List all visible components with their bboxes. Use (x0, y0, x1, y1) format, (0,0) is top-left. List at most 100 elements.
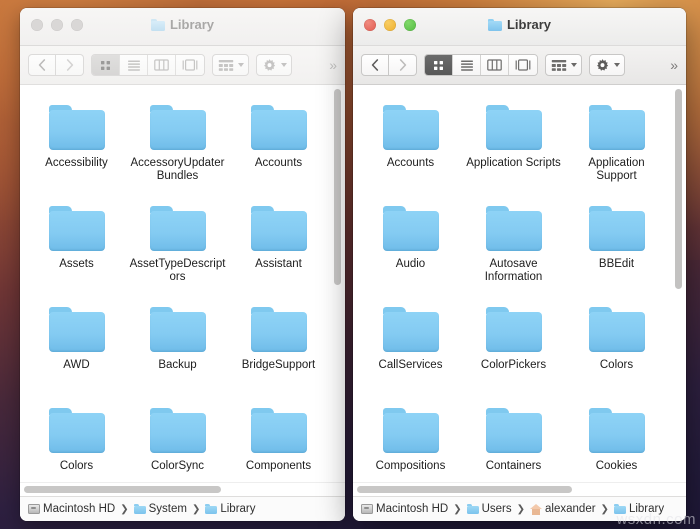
arrange-icon (551, 59, 567, 71)
horizontal-scrollbar-track[interactable] (20, 482, 345, 496)
toolbar[interactable]: » (353, 46, 686, 85)
breadcrumb-label: Users (481, 503, 512, 515)
breadcrumb-item[interactable]: Library (205, 503, 256, 515)
list-view-button[interactable] (453, 55, 481, 75)
file-item[interactable]: Cookies (565, 402, 668, 482)
folder-icon (149, 206, 206, 251)
close-button[interactable] (31, 19, 43, 31)
icon-view-button[interactable] (425, 55, 453, 75)
finder-window-system-library[interactable]: Library » Accessibility AccessoryUpdater… (20, 8, 345, 521)
file-item[interactable]: Components (228, 402, 329, 482)
folder-icon (588, 307, 645, 352)
file-label: Cookies (595, 460, 638, 472)
horizontal-scrollbar[interactable] (24, 486, 221, 493)
file-item[interactable]: Containers (462, 402, 565, 482)
back-button[interactable] (361, 54, 389, 76)
breadcrumb-separator: ❯ (191, 503, 201, 515)
file-item[interactable]: Assistant (228, 200, 329, 299)
folder-icon (382, 307, 439, 352)
titlebar[interactable]: Library (20, 8, 345, 46)
grid-icon (434, 60, 443, 70)
close-button[interactable] (364, 19, 376, 31)
horizontal-scrollbar-track[interactable] (353, 482, 686, 496)
view-mode-segmented-control[interactable] (424, 54, 538, 76)
minimize-button[interactable] (51, 19, 63, 31)
file-item[interactable]: Colors (26, 402, 127, 482)
column-view-button[interactable] (148, 55, 176, 75)
file-label: BBEdit (598, 258, 635, 270)
file-label: AWD (63, 359, 90, 371)
breadcrumb-label: alexander (545, 503, 596, 515)
file-item[interactable]: Colors (565, 301, 668, 400)
breadcrumb-label: Library (628, 503, 665, 515)
arrange-by-dropdown[interactable] (212, 54, 249, 76)
breadcrumb-label: Macintosh HD (376, 503, 449, 515)
titlebar[interactable]: Library (353, 8, 686, 46)
file-label: Containers (485, 460, 542, 472)
column-view-button[interactable] (481, 55, 509, 75)
action-gear-dropdown[interactable] (589, 54, 625, 76)
folder-icon (48, 105, 105, 150)
file-item[interactable]: AccessoryUpdaterBundles (127, 99, 228, 198)
file-item[interactable]: Accounts (359, 99, 462, 198)
breadcrumb-label: System (148, 503, 187, 515)
icon-view-button[interactable] (92, 55, 120, 75)
file-label: Application Support (588, 157, 645, 182)
action-gear-dropdown[interactable] (256, 54, 292, 76)
file-item[interactable]: Application Support (565, 99, 668, 198)
file-item[interactable]: Autosave Information (462, 200, 565, 299)
folder-icon (205, 504, 218, 514)
breadcrumb-separator: ❯ (453, 503, 462, 515)
folder-icon (588, 408, 645, 453)
file-item[interactable]: Audio (359, 200, 462, 299)
forward-button[interactable] (56, 54, 84, 76)
gear-icon (597, 58, 609, 71)
file-label: ColorPickers (480, 359, 547, 371)
file-item[interactable]: Backup (127, 301, 228, 400)
finder-window-user-library[interactable]: Library » Accounts Application Scripts A… (353, 8, 686, 521)
zoom-button[interactable] (71, 19, 83, 31)
gallery-view-button[interactable] (176, 55, 204, 75)
breadcrumb-item[interactable]: Library (613, 503, 665, 515)
file-item[interactable]: BridgeSupport (228, 301, 329, 400)
minimize-button[interactable] (384, 19, 396, 31)
list-view-button[interactable] (120, 55, 148, 75)
vertical-scrollbar[interactable] (334, 89, 341, 285)
forward-button[interactable] (389, 54, 417, 76)
chevron-down-icon (238, 63, 244, 67)
file-item[interactable]: CallServices (359, 301, 462, 400)
file-label: Autosave Information (484, 258, 543, 283)
file-item[interactable]: ColorSync (127, 402, 228, 482)
gallery-icon (182, 59, 198, 71)
toolbar-overflow-button[interactable]: » (670, 57, 678, 73)
file-item[interactable]: Accounts (228, 99, 329, 198)
breadcrumb-item[interactable]: System (133, 503, 187, 515)
window-title-text: Library (506, 17, 552, 32)
file-label: Accessibility (45, 157, 108, 169)
arrange-by-dropdown[interactable] (545, 54, 582, 76)
file-item[interactable]: Compositions (359, 402, 462, 482)
horizontal-scrollbar[interactable] (357, 486, 572, 493)
view-mode-segmented-control[interactable] (91, 54, 205, 76)
file-item[interactable]: Application Scripts (462, 99, 565, 198)
file-item[interactable]: Accessibility (26, 99, 127, 198)
toolbar[interactable]: » (20, 46, 345, 85)
breadcrumb-item[interactable]: Users (466, 503, 512, 515)
file-label: AssetTypeDescriptors (129, 258, 226, 283)
file-grid-container: Accounts Application Scripts Application… (353, 85, 686, 482)
gallery-view-button[interactable] (509, 55, 537, 75)
breadcrumb-item[interactable]: Macintosh HD (361, 503, 448, 515)
toolbar-overflow-button[interactable]: » (329, 57, 337, 73)
folder-icon (149, 105, 206, 150)
file-label: Colors (599, 359, 634, 371)
file-item[interactable]: Assets (26, 200, 127, 299)
file-item[interactable]: ColorPickers (462, 301, 565, 400)
breadcrumb-item[interactable]: alexander (530, 503, 596, 515)
file-item[interactable]: AssetTypeDescriptors (127, 200, 228, 299)
vertical-scrollbar[interactable] (675, 89, 682, 289)
back-button[interactable] (28, 54, 56, 76)
file-item[interactable]: AWD (26, 301, 127, 400)
file-item[interactable]: BBEdit (565, 200, 668, 299)
breadcrumb-item[interactable]: Macintosh HD (28, 503, 115, 515)
zoom-button[interactable] (404, 19, 416, 31)
